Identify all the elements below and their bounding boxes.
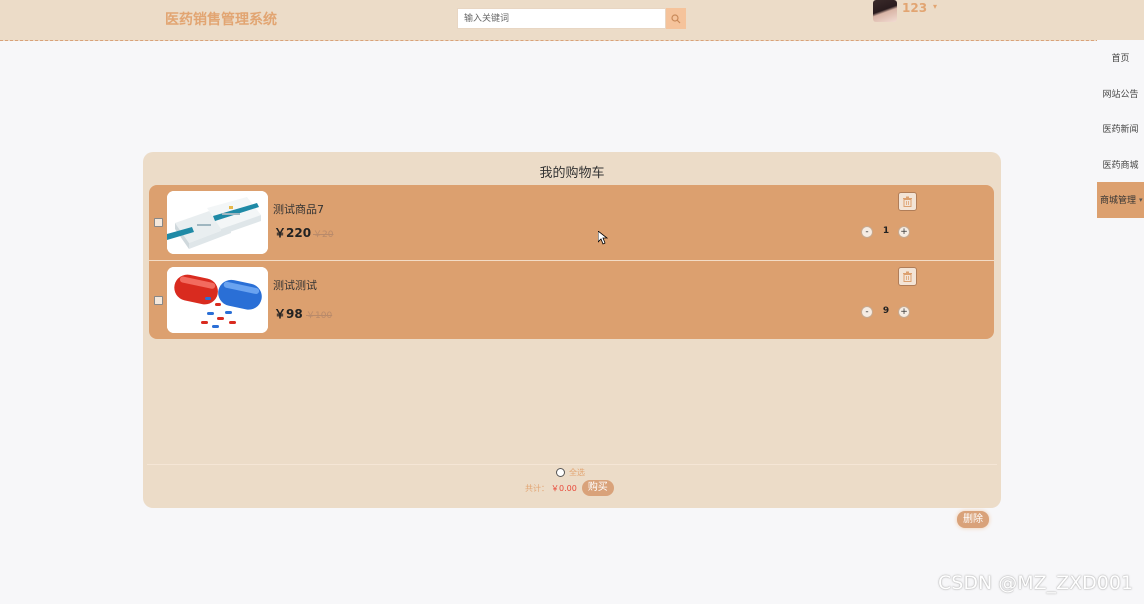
product-image[interactable] xyxy=(167,191,268,254)
quantity-increase-button[interactable]: + xyxy=(898,226,910,238)
panel-divider xyxy=(147,464,997,465)
total-row: 共计： ￥0.00 购买 xyxy=(525,480,614,496)
product-name[interactable]: 测试商品7 xyxy=(273,201,324,217)
select-all-radio[interactable] xyxy=(556,468,565,477)
cart-item: 测试商品7 ￥220 ￥20 - 1 + xyxy=(149,185,994,261)
trash-icon xyxy=(903,196,912,207)
select-all-label: 全选 xyxy=(569,468,585,477)
delete-item-button[interactable] xyxy=(898,267,917,286)
product-original-price: ￥100 xyxy=(306,311,333,321)
nav-item-news[interactable]: 医药新闻 xyxy=(1097,111,1144,147)
user-avatar[interactable] xyxy=(873,0,897,22)
mouse-cursor-icon xyxy=(598,231,608,245)
product-name[interactable]: 测试测试 xyxy=(273,277,317,293)
product-price: ￥98 xyxy=(274,307,303,321)
top-header: 医药销售管理系统 123 ▾ xyxy=(0,0,1144,41)
search-button[interactable] xyxy=(666,8,686,29)
delete-button[interactable]: 删除 xyxy=(957,511,989,528)
nav-item-mall[interactable]: 医药商城 xyxy=(1097,146,1144,182)
capsule-image xyxy=(167,267,268,333)
item-checkbox[interactable] xyxy=(154,218,163,227)
user-menu-caret-icon[interactable]: ▾ xyxy=(933,2,937,11)
search-icon xyxy=(671,13,681,23)
nav-item-label: 商城管理 xyxy=(1100,196,1137,207)
total-value: ￥0.00 xyxy=(551,483,577,493)
product-image[interactable] xyxy=(167,267,268,333)
nav-item-announcements[interactable]: 网站公告 xyxy=(1097,75,1144,111)
nav-item-home[interactable]: 首页 xyxy=(1097,40,1144,76)
quantity-value: 1 xyxy=(882,226,890,236)
site-logo[interactable]: 医药销售管理系统 xyxy=(165,9,277,29)
cart-list: 测试商品7 ￥220 ￥20 - 1 + 测试测试 ￥98 ￥100 - 9 + xyxy=(149,185,994,339)
cart-title: 我的购物车 xyxy=(539,166,605,181)
buy-button[interactable]: 购买 xyxy=(581,480,614,496)
cart-panel: 我的购物车 测试商品7 ￥220 ￥20 - 1 + 测试测试 ￥98 ￥100… xyxy=(143,152,1001,508)
nav-item-mall-management[interactable]: 商城管理 ▾ xyxy=(1097,182,1144,218)
chevron-down-icon: ▾ xyxy=(1139,195,1143,204)
select-all-toggle[interactable]: 全选 xyxy=(556,467,585,478)
total-label: 共计： xyxy=(525,483,549,493)
quantity-decrease-button[interactable]: - xyxy=(861,306,873,318)
trash-icon xyxy=(903,271,912,282)
quantity-decrease-button[interactable]: - xyxy=(861,226,873,238)
product-original-price: ￥20 xyxy=(313,230,334,240)
search-bar xyxy=(457,8,686,29)
product-price: ￥220 xyxy=(274,226,312,240)
username[interactable]: 123 xyxy=(902,1,927,15)
side-nav: 首页 网站公告 医药新闻 医药商城 商城管理 ▾ xyxy=(1097,40,1144,218)
quantity-value: 9 xyxy=(882,306,890,316)
delete-item-button[interactable] xyxy=(898,192,917,211)
quantity-increase-button[interactable]: + xyxy=(898,306,910,318)
item-checkbox[interactable] xyxy=(154,296,163,305)
search-input[interactable] xyxy=(457,8,666,29)
cart-item: 测试测试 ￥98 ￥100 - 9 + xyxy=(149,260,994,336)
watermark: CSDN @MZ_ZXD001 xyxy=(938,572,1134,594)
medicine-box-image xyxy=(167,191,268,254)
